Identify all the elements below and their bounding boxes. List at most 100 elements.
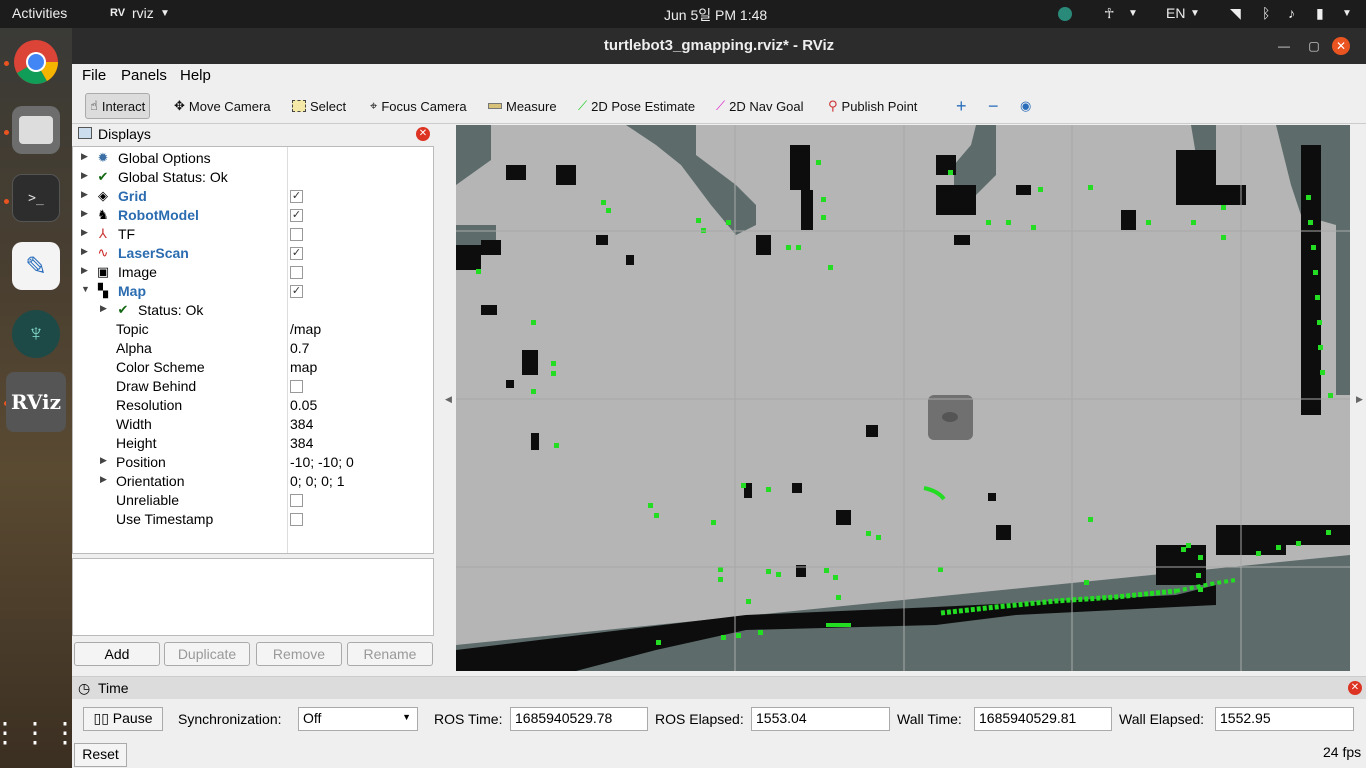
- tree-row-alpha[interactable]: Alpha 0.7: [73, 339, 433, 358]
- tree-row-topic[interactable]: Topic/map: [73, 320, 433, 339]
- tree-row-color-scheme[interactable]: Color Scheme map: [73, 358, 433, 377]
- bluetooth-icon[interactable]: ᛒ: [1262, 5, 1270, 21]
- measure-label: Measure: [506, 98, 557, 114]
- chevron-down-icon: ▼: [1190, 8, 1200, 19]
- select-label: Select: [310, 98, 347, 114]
- battery-icon[interactable]: ▮: [1316, 5, 1324, 22]
- checkmark-icon: ✔: [117, 302, 129, 317]
- sync-select[interactable]: Off ▼: [298, 707, 418, 731]
- select-tool-button[interactable]: Select: [288, 93, 350, 119]
- add-button[interactable]: Add: [74, 642, 160, 666]
- files-icon[interactable]: [12, 106, 60, 154]
- image-checkbox[interactable]: [290, 266, 303, 279]
- rename-button[interactable]: Rename: [347, 642, 433, 666]
- close-icon[interactable]: ✕: [1348, 681, 1362, 695]
- eye-icon[interactable]: ◉: [1016, 93, 1035, 119]
- grid-checkbox[interactable]: ✓: [290, 190, 303, 203]
- menu-panels[interactable]: Panels: [121, 67, 167, 84]
- ros-time-field[interactable]: 1685940529.78: [510, 707, 648, 731]
- show-applications-icon[interactable]: ⋮⋮⋮: [0, 708, 79, 756]
- tf-checkbox[interactable]: [290, 228, 303, 241]
- tree-row-tf[interactable]: ▶ ⅄ TF: [73, 225, 433, 244]
- pose-estimate-tool-button[interactable]: ⟋ 2D Pose Estimate: [574, 93, 699, 119]
- row-label: Position: [116, 454, 166, 470]
- rviz-window: turtlebot3_gmapping.rviz* - RViz — ▢ ✕ F…: [72, 28, 1366, 768]
- maximize-icon[interactable]: ▢: [1304, 36, 1324, 56]
- activities-button[interactable]: Activities: [12, 5, 67, 21]
- measure-tool-button[interactable]: Measure: [484, 93, 561, 119]
- property-description: [72, 558, 434, 636]
- tree-row-global-options[interactable]: ▶ ✹ Global Options: [73, 149, 433, 168]
- collapse-left-arrow-icon[interactable]: ◀: [445, 394, 452, 405]
- text-editor-icon[interactable]: ✎: [12, 242, 60, 290]
- tree-row-height[interactable]: Height 384: [73, 434, 433, 453]
- accessibility-icon[interactable]: ☥: [1104, 5, 1114, 22]
- language-selector[interactable]: EN: [1166, 5, 1185, 21]
- status-indicator-icon[interactable]: [1058, 7, 1072, 21]
- pause-icon: ▯▯: [93, 710, 109, 726]
- gitkraken-icon[interactable]: ♆: [12, 310, 60, 358]
- publish-point-tool-button[interactable]: ⚲ Publish Point: [824, 93, 921, 119]
- tree-row-robotmodel[interactable]: ▶ ♞ RobotModel ✓: [73, 206, 433, 225]
- tree-row-orientation[interactable]: ▶ Orientation 0; 0; 0; 1: [73, 472, 433, 491]
- laserscan-checkbox[interactable]: ✓: [290, 247, 303, 260]
- tree-row-global-status[interactable]: ▶ ✔ Global Status: Ok: [73, 168, 433, 187]
- remove-button[interactable]: Remove: [256, 642, 342, 666]
- app-menu-button[interactable]: rviz: [132, 5, 154, 21]
- tree-row-width[interactable]: Width 384: [73, 415, 433, 434]
- wall-time-field[interactable]: 1685940529.81: [974, 707, 1112, 731]
- clock[interactable]: Jun 5일 PM 1:48: [664, 5, 767, 25]
- color-scheme-value[interactable]: map: [290, 359, 317, 375]
- move-camera-tool-button[interactable]: ✥ Move Camera: [170, 93, 275, 119]
- render-viewport[interactable]: [456, 125, 1350, 671]
- menu-help[interactable]: Help: [180, 67, 211, 84]
- use-timestamp-checkbox[interactable]: [290, 513, 303, 526]
- row-label: Topic: [116, 321, 149, 337]
- close-icon[interactable]: ✕: [416, 127, 430, 141]
- occupancy-map-view[interactable]: [456, 125, 1350, 671]
- row-label: Use Timestamp: [116, 511, 214, 527]
- robotmodel-checkbox[interactable]: ✓: [290, 209, 303, 222]
- chrome-icon[interactable]: [12, 38, 60, 86]
- tree-row-position[interactable]: ▶ Position -10; -10; 0: [73, 453, 433, 472]
- tree-row-map-status[interactable]: ▶ ✔ Status: Ok: [73, 301, 433, 320]
- pause-button[interactable]: ▯▯ Pause: [83, 707, 163, 731]
- tree-row-image[interactable]: ▶ ▣ Image: [73, 263, 433, 282]
- ros-elapsed-field[interactable]: 1553.04: [751, 707, 890, 731]
- tree-row-draw-behind[interactable]: Draw Behind: [73, 377, 433, 396]
- tree-row-laserscan[interactable]: ▶ ∿ LaserScan ✓: [73, 244, 433, 263]
- volume-icon[interactable]: ♪: [1288, 5, 1295, 21]
- interact-tool-button[interactable]: ☝ Interact: [85, 93, 151, 119]
- duplicate-button[interactable]: Duplicate: [164, 642, 250, 666]
- wall-elapsed-field[interactable]: 1552.95: [1215, 707, 1354, 731]
- tree-row-grid[interactable]: ▶ ◈ Grid ✓: [73, 187, 433, 206]
- menu-file[interactable]: File: [82, 67, 106, 84]
- nav-goal-tool-button[interactable]: ⟋ 2D Nav Goal: [712, 93, 808, 119]
- rviz-icon[interactable]: RViz: [6, 372, 66, 432]
- terminal-icon[interactable]: >_: [12, 174, 60, 222]
- window-titlebar[interactable]: turtlebot3_gmapping.rviz* - RViz — ▢ ✕: [72, 28, 1366, 64]
- unreliable-checkbox[interactable]: [290, 494, 303, 507]
- move-camera-label: Move Camera: [188, 98, 271, 114]
- wifi-icon[interactable]: ◥: [1230, 5, 1241, 22]
- draw-behind-checkbox[interactable]: [290, 380, 303, 393]
- remove-tool-minus-icon[interactable]: −: [984, 93, 1003, 119]
- tree-row-unreliable[interactable]: Unreliable: [73, 491, 433, 510]
- tree-row-use-timestamp[interactable]: Use Timestamp: [73, 510, 433, 529]
- dock: >_ ✎ ♆ RViz ⋮⋮⋮: [0, 28, 79, 768]
- minimize-icon[interactable]: —: [1274, 36, 1294, 56]
- tree-row-resolution[interactable]: Resolution 0.05: [73, 396, 433, 415]
- add-tool-plus-icon[interactable]: +: [952, 93, 971, 119]
- reset-button[interactable]: Reset: [74, 743, 127, 767]
- menubar: File Panels Help: [72, 64, 1366, 88]
- alpha-value[interactable]: 0.7: [290, 340, 309, 356]
- map-checkbox[interactable]: ✓: [290, 285, 303, 298]
- close-icon[interactable]: ✕: [1332, 37, 1350, 55]
- toolbar: ☝ Interact ✥ Move Camera Select ⌖ Focus Cam…: [72, 88, 1366, 124]
- focus-camera-tool-button[interactable]: ⌖ Focus Camera: [366, 93, 471, 119]
- topic-value[interactable]: /map: [290, 321, 321, 337]
- displays-panel: Displays ✕ ▶ ✹ Global Options ▶ ✔ Global Sta…: [72, 124, 434, 704]
- crosshair-icon: ⌖: [370, 98, 378, 113]
- collapse-right-arrow-icon[interactable]: ▶: [1356, 394, 1363, 405]
- tree-row-map[interactable]: ▼ ▚ Map ✓: [73, 282, 433, 301]
